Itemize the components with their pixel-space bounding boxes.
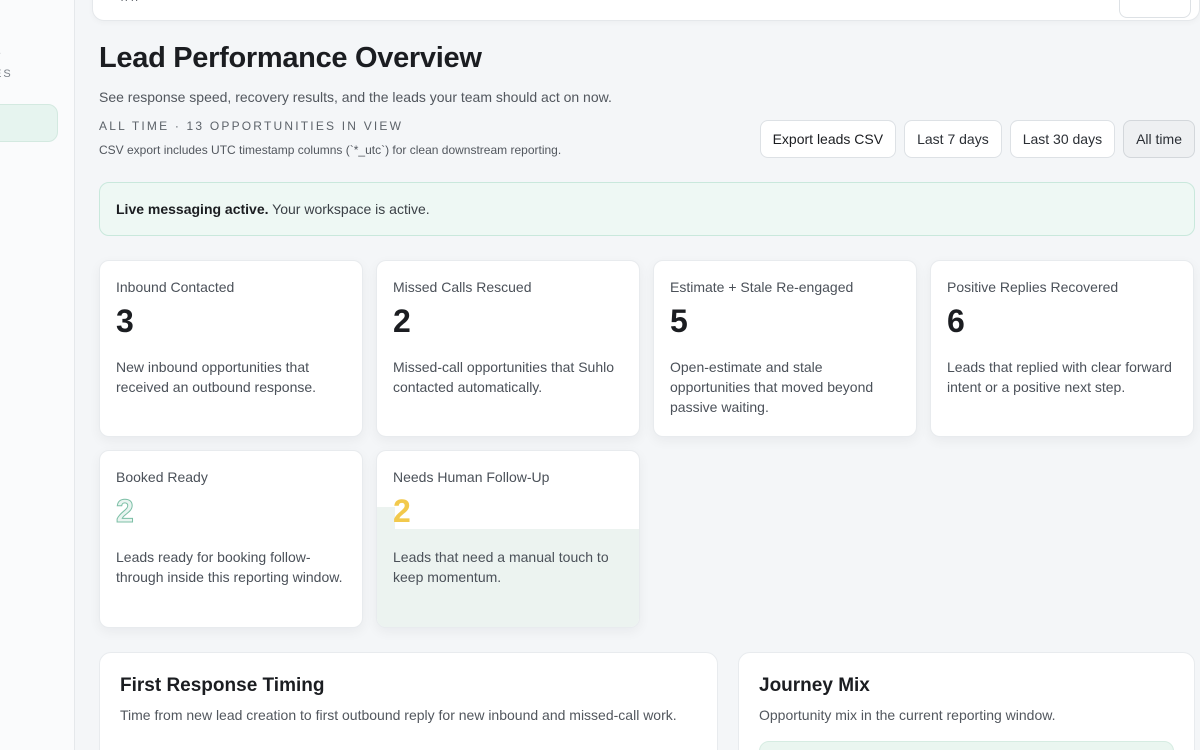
stat-card-description: New inbound opportunities that received …: [116, 359, 317, 395]
stat-card-missed-calls-rescued: Missed Calls Rescued 2 Missed-call oppor…: [376, 260, 640, 437]
stat-card-needs-human-follow-up: Needs Human Follow-Up 2 Leads that need …: [376, 450, 640, 628]
sidebar-brand-subtitle-fragment: ES: [0, 68, 13, 80]
stat-card-label: Booked Ready: [116, 469, 208, 485]
top-bar-button[interactable]: [1119, 0, 1191, 18]
stat-card-label: Missed Calls Rescued: [393, 279, 532, 295]
panel-description: Opportunity mix in the current reporting…: [759, 707, 1056, 723]
notice-strong: Live messaging active.: [116, 201, 269, 217]
journey-mix-panel: Journey Mix Opportunity mix in the curre…: [738, 652, 1195, 750]
stat-card-inbound-contacted: Inbound Contacted 3 New inbound opportun…: [99, 260, 363, 437]
notice-text: Your workspace is active.: [268, 201, 430, 217]
stat-card-label: Needs Human Follow-Up: [393, 469, 550, 485]
report-controls: Export leads CSV Last 7 days Last 30 day…: [759, 120, 1195, 158]
panel-description: Time from new lead creation to first out…: [120, 707, 677, 723]
stat-card-description: Missed-call opportunities that Suhlo con…: [393, 359, 615, 395]
stat-card-description: Open-estimate and stale opportunities th…: [670, 359, 874, 415]
range-last-7-days-button[interactable]: Last 7 days: [904, 120, 1002, 158]
panel-title: Journey Mix: [759, 675, 870, 696]
range-all-time-button[interactable]: All time: [1123, 120, 1195, 158]
first-response-timing-panel: First Response Timing Time from new lead…: [99, 652, 718, 750]
stat-card-positive-replies-recovered: Positive Replies Recovered 6 Leads that …: [930, 260, 1194, 437]
stat-card-value: 2: [393, 493, 411, 529]
stat-card-label: Estimate + Stale Re-engaged: [670, 279, 854, 295]
stat-card-value: 2: [393, 303, 411, 339]
stat-card-value: 5: [670, 303, 688, 339]
scope-summary: ALL TIME · 13 OPPORTUNITIES IN VIEW: [99, 119, 404, 133]
journey-mix-bar: [759, 741, 1174, 750]
export-leads-csv-button[interactable]: Export leads CSV: [759, 120, 897, 158]
stat-card-value: 2: [116, 493, 135, 529]
stat-card-description: Leads that replied with clear forward in…: [947, 359, 1172, 395]
page-title: Lead Performance Overview: [99, 42, 482, 74]
stat-card-label: Positive Replies Recovered: [947, 279, 1119, 295]
sidebar: e ES: [0, 0, 75, 750]
stat-card-description: Leads ready for booking follow-through i…: [116, 549, 343, 585]
stat-card-label: Inbound Contacted: [116, 279, 235, 295]
stat-card-estimate-stale-reengaged: Estimate + Stale Re-engaged 5 Open-estim…: [653, 260, 917, 437]
stat-card-booked-ready: Booked Ready 2 Leads ready for booking f…: [99, 450, 363, 628]
panel-title: First Response Timing: [120, 675, 325, 696]
csv-export-note: CSV export includes UTC timestamp column…: [99, 143, 562, 157]
stat-card-value: 6: [947, 303, 965, 339]
messaging-status-notice: Live messaging active. Your workspace is…: [99, 182, 1195, 236]
range-last-30-days-button[interactable]: Last 30 days: [1009, 120, 1116, 158]
top-bar-text: g p: [121, 0, 241, 1]
sidebar-brand-fragment: e: [0, 46, 1, 60]
stat-card-description: Leads that need a manual touch to keep m…: [393, 549, 609, 585]
page-subtitle: See response speed, recovery results, an…: [99, 89, 612, 105]
sidebar-item-active[interactable]: [0, 104, 58, 142]
stat-card-value: 3: [116, 303, 134, 339]
top-bar: g p: [92, 0, 1200, 21]
